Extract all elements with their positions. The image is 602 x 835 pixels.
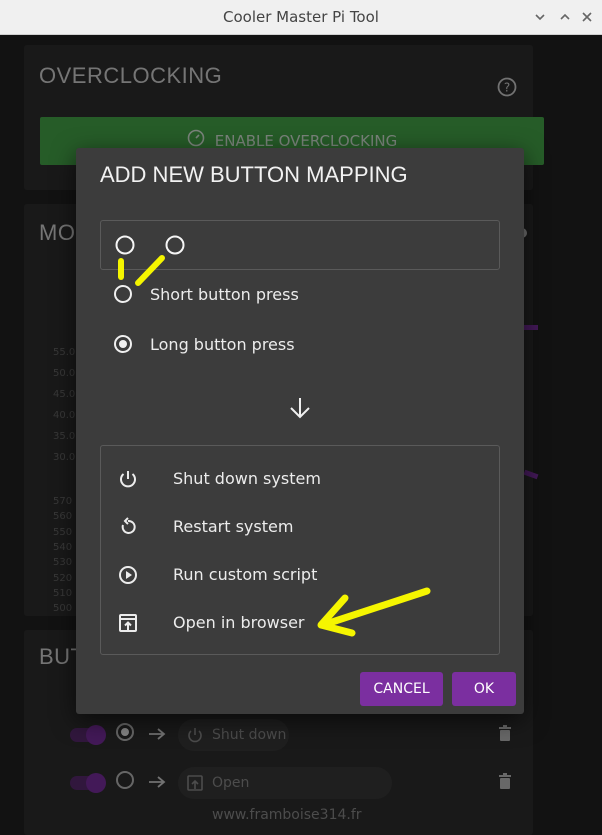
action-run-script[interactable]: Run custom script [101, 553, 499, 597]
action-open-browser[interactable]: Open in browser [101, 601, 499, 645]
action-list: Shut down system Restart system Run cust… [100, 445, 500, 655]
arrow-down-icon [290, 398, 310, 419]
action-label: Open in browser [173, 613, 305, 632]
long-press-radio[interactable] [114, 335, 132, 353]
button-input-field[interactable] [100, 220, 500, 270]
action-label: Restart system [173, 517, 294, 536]
minimize-icon[interactable] [532, 9, 548, 25]
add-button-mapping-dialog: ADD NEW BUTTON MAPPING Short button pres… [76, 148, 524, 714]
close-icon[interactable] [579, 9, 595, 25]
action-label: Run custom script [173, 565, 318, 584]
long-press-label: Long button press [150, 335, 295, 354]
open-in-browser-icon [119, 614, 137, 632]
short-press-radio[interactable] [114, 285, 132, 303]
ok-button[interactable]: OK [452, 672, 516, 706]
power-icon [120, 471, 136, 488]
maximize-icon[interactable] [557, 9, 573, 25]
short-press-label: Short button press [150, 285, 299, 304]
window-titlebar: Cooler Master Pi Tool [0, 0, 602, 35]
dialog-title: ADD NEW BUTTON MAPPING [100, 162, 408, 187]
play-circle-icon [119, 566, 137, 584]
action-restart[interactable]: Restart system [101, 505, 499, 549]
window-title: Cooler Master Pi Tool [223, 8, 379, 26]
cancel-button[interactable]: CANCEL [360, 672, 443, 706]
action-label: Shut down system [173, 469, 321, 488]
action-shutdown[interactable]: Shut down system [101, 457, 499, 501]
restart-icon [121, 517, 136, 534]
